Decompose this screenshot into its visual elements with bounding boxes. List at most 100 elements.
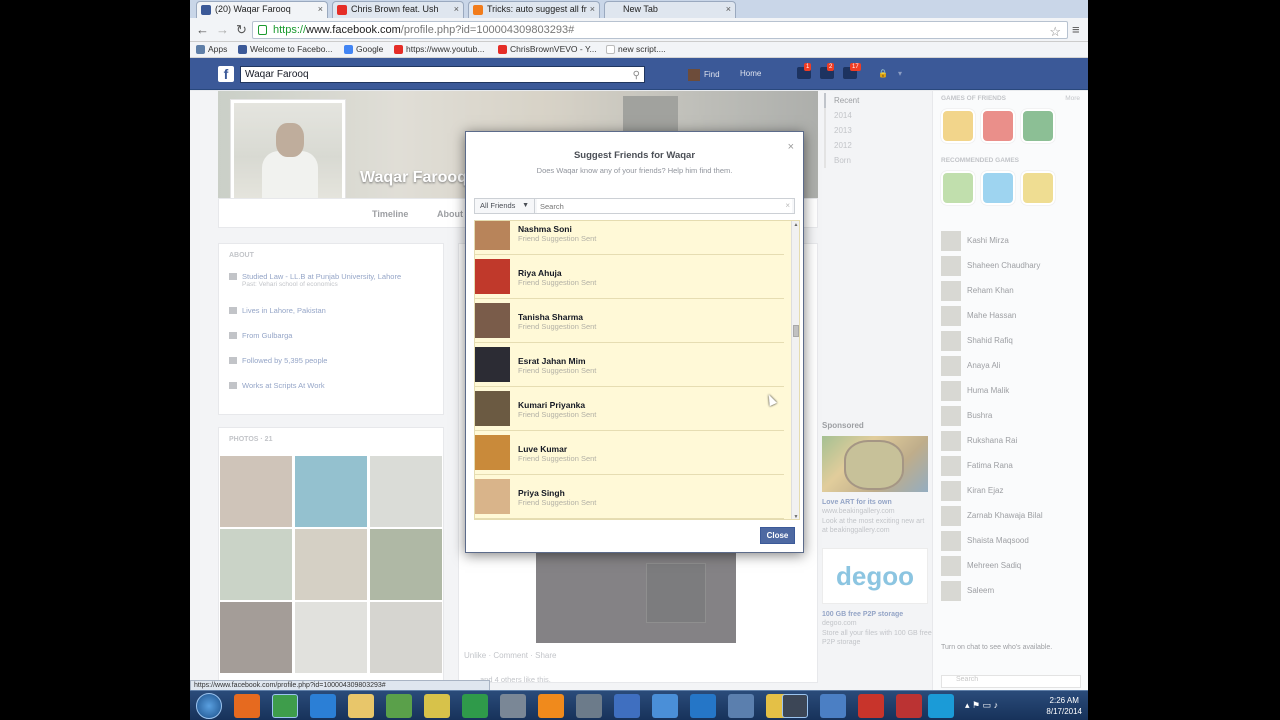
list-item[interactable]: Riya Ahuja Friend Suggestion Sent	[475, 255, 784, 299]
messages-icon[interactable]: 2	[820, 63, 835, 79]
avatar	[475, 259, 510, 294]
file-explorer-icon[interactable]	[348, 694, 374, 718]
nav-label: Find	[704, 70, 720, 80]
friend-status: Friend Suggestion Sent	[518, 322, 597, 331]
friends-filter-dropdown[interactable]: All Friends ▼	[475, 199, 535, 213]
close-tab-icon[interactable]: ×	[590, 2, 595, 17]
skype-icon[interactable]	[928, 694, 954, 718]
search-icon[interactable]: ⚲	[633, 68, 640, 83]
avatar	[475, 435, 510, 470]
bookmark-item[interactable]: new script....	[606, 44, 666, 54]
bookmark-item[interactable]: Welcome to Facebo...	[238, 44, 333, 54]
menu-icon[interactable]: ≡	[1072, 22, 1080, 38]
list-item[interactable]: Priya Singh Friend Suggestion Sent	[475, 475, 784, 519]
app-icon[interactable]	[500, 694, 526, 718]
clock-date: 8/17/2014	[1046, 707, 1082, 716]
internet-explorer-icon[interactable]	[310, 694, 336, 718]
youtube-favicon-icon	[337, 5, 347, 15]
app-icon[interactable]	[782, 694, 808, 718]
browser-tab[interactable]: Chris Brown feat. Ush ×	[332, 1, 464, 18]
scroll-up-icon[interactable]: ▲	[792, 222, 799, 228]
account-menu-icon[interactable]: ▾	[898, 69, 902, 78]
friend-requests-icon[interactable]: 1	[797, 63, 812, 79]
browser-tab[interactable]: Tricks: auto suggest all fr ×	[468, 1, 600, 18]
suggest-friends-dialog: × Suggest Friends for Waqar Does Waqar k…	[465, 131, 804, 553]
friend-name: Kumari Priyanka	[518, 400, 586, 410]
close-tab-icon[interactable]: ×	[318, 2, 323, 17]
forward-icon[interactable]: →	[216, 22, 229, 38]
bookmark-item[interactable]: Google	[344, 44, 383, 54]
list-item[interactable]: Luve Kumar Friend Suggestion Sent	[475, 431, 784, 475]
app-icon[interactable]	[462, 694, 488, 718]
friend-status: Friend Suggestion Sent	[518, 366, 597, 375]
tray-icons[interactable]: ▴ ⚑ ▭ ♪	[965, 700, 998, 711]
taskbar-clock[interactable]: 2:26 AM 8/17/2014	[1046, 695, 1082, 717]
firefox-icon[interactable]	[234, 694, 260, 718]
bookmark-label: Google	[356, 44, 384, 54]
app-icon[interactable]	[386, 694, 412, 718]
app-icon[interactable]	[896, 694, 922, 718]
close-button[interactable]: Close	[760, 527, 795, 544]
friend-status: Friend Suggestion Sent	[518, 454, 597, 463]
clear-icon[interactable]: ×	[785, 199, 790, 213]
letterbox-right	[1088, 0, 1280, 720]
tab-label: (20) Waqar Farooq	[215, 4, 291, 14]
bookmark-label: ChrisBrownVEVO - Y...	[510, 44, 597, 54]
app-icon[interactable]	[424, 694, 450, 718]
app-icon[interactable]	[858, 694, 884, 718]
list-item[interactable]: Tanisha Sharma Friend Suggestion Sent	[475, 299, 784, 343]
list-scrollbar[interactable]: ▲ ▼	[791, 221, 799, 519]
app-icon[interactable]	[820, 694, 846, 718]
facebook-header: f Waqar Farooq ⚲ Find Home 1 2 17 🔒 ▾	[190, 58, 1088, 90]
reload-icon[interactable]: ↻	[236, 22, 247, 38]
avatar	[475, 479, 510, 514]
app-icon[interactable]	[652, 694, 678, 718]
search-input[interactable]: Waqar Farooq ⚲	[240, 66, 645, 83]
chrome-icon[interactable]	[272, 694, 298, 718]
scrollbar-thumb[interactable]	[793, 325, 799, 337]
browser-tab[interactable]: (20) Waqar Farooq ×	[196, 1, 328, 18]
letterbox-left	[0, 0, 190, 720]
filter-label: All Friends	[480, 201, 516, 210]
tab-label: Tricks: auto suggest all fr	[487, 4, 587, 14]
friend-status: Friend Suggestion Sent	[518, 498, 597, 507]
chevron-down-icon: ▼	[522, 202, 529, 209]
friend-search-input[interactable]	[537, 199, 792, 213]
facebook-favicon-icon	[201, 5, 211, 15]
list-item[interactable]	[475, 519, 784, 520]
scroll-down-icon[interactable]: ▼	[792, 514, 799, 519]
bookmarks-bar: Apps Welcome to Facebo... Google https:/…	[190, 42, 1088, 58]
home-link[interactable]: Home	[740, 69, 761, 78]
list-item[interactable]: Esrat Jahan Mim Friend Suggestion Sent	[475, 343, 784, 387]
app-icon[interactable]	[690, 694, 716, 718]
address-bar[interactable]: https://www.facebook.com/profile.php?id=…	[252, 21, 1068, 39]
vlc-icon[interactable]	[538, 694, 564, 718]
notifications-icon[interactable]: 17	[843, 63, 861, 79]
list-item[interactable]: Kumari Priyanka Friend Suggestion Sent	[475, 387, 784, 431]
close-tab-icon[interactable]: ×	[454, 2, 459, 17]
start-button-icon[interactable]	[196, 693, 222, 719]
notification-count: 1	[804, 63, 812, 71]
app-icon[interactable]	[728, 694, 754, 718]
close-tab-icon[interactable]: ×	[726, 2, 731, 17]
friend-status: Friend Suggestion Sent	[518, 234, 597, 243]
bookmark-label: new script....	[618, 44, 666, 54]
app-icon[interactable]	[576, 694, 602, 718]
facebook-icon	[238, 45, 247, 54]
friend-name: Tanisha Sharma	[518, 312, 584, 322]
windows-taskbar: ▴ ⚑ ▭ ♪ 2:26 AM 8/17/2014	[190, 690, 1088, 720]
app-icon[interactable]	[614, 694, 640, 718]
friend-status: Friend Suggestion Sent	[518, 278, 597, 287]
profile-link[interactable]: Find	[688, 69, 720, 81]
bookmark-item[interactable]: ChrisBrownVEVO - Y...	[498, 44, 597, 54]
list-item[interactable]: Nashma Soni Friend Suggestion Sent	[475, 221, 784, 255]
privacy-shortcuts-icon[interactable]: 🔒	[878, 69, 888, 78]
back-icon[interactable]: ←	[196, 22, 209, 38]
bookmark-item[interactable]: Apps	[196, 44, 227, 54]
browser-tab[interactable]: New Tab ×	[604, 1, 736, 18]
facebook-logo-icon[interactable]: f	[218, 66, 234, 82]
bookmark-label: Welcome to Facebo...	[250, 44, 333, 54]
bookmark-star-icon[interactable]: ☆	[1049, 24, 1061, 40]
bookmark-item[interactable]: https://www.youtub...	[394, 44, 484, 54]
url-host: www.facebook.com	[306, 24, 401, 36]
